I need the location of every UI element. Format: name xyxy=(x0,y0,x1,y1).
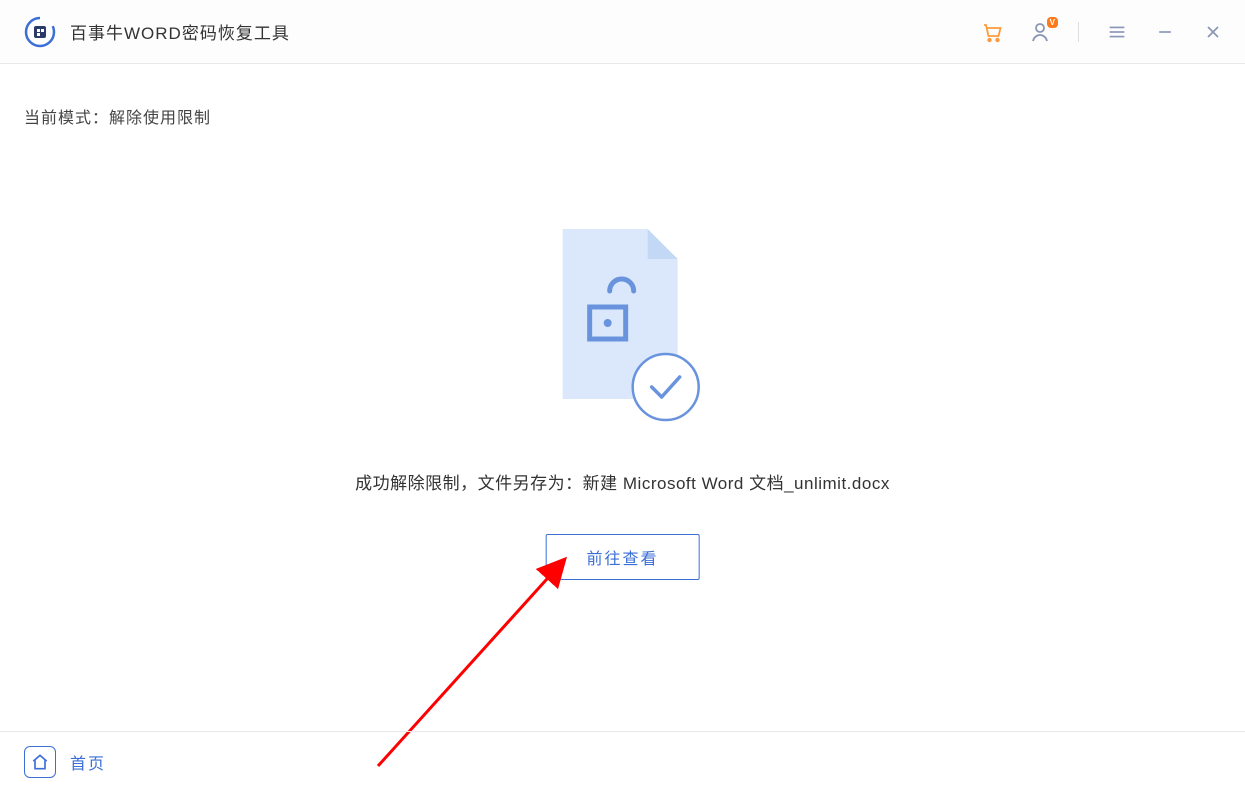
user-badge: V xyxy=(1047,17,1058,28)
close-icon[interactable] xyxy=(1201,20,1225,44)
home-icon[interactable] xyxy=(24,746,56,778)
menu-icon[interactable] xyxy=(1105,20,1129,44)
mode-label: 当前模式：解除使用限制 xyxy=(24,104,1221,128)
divider xyxy=(1078,22,1079,42)
go-view-button[interactable]: 前往查看 xyxy=(545,534,699,580)
success-message: 成功解除限制，文件另存为：新建 Microsoft Word 文档_unlimi… xyxy=(355,469,890,494)
footer: 首页 xyxy=(0,731,1245,791)
user-icon[interactable]: V xyxy=(1028,20,1052,44)
cart-icon[interactable] xyxy=(980,20,1004,44)
home-link[interactable]: 首页 xyxy=(70,750,106,774)
result-block: 成功解除限制，文件另存为：新建 Microsoft Word 文档_unlimi… xyxy=(355,219,890,580)
app-logo-icon xyxy=(24,16,56,48)
app-title: 百事牛WORD密码恢复工具 xyxy=(70,19,290,44)
titlebar-left: 百事牛WORD密码恢复工具 xyxy=(24,16,290,48)
titlebar-right: V xyxy=(980,20,1225,44)
content-area: 当前模式：解除使用限制 成功解除限制，文件另存为：新建 Microsoft Wo… xyxy=(0,64,1245,731)
document-unlocked-icon xyxy=(538,219,708,429)
titlebar: 百事牛WORD密码恢复工具 V xyxy=(0,0,1245,64)
minimize-icon[interactable] xyxy=(1153,20,1177,44)
